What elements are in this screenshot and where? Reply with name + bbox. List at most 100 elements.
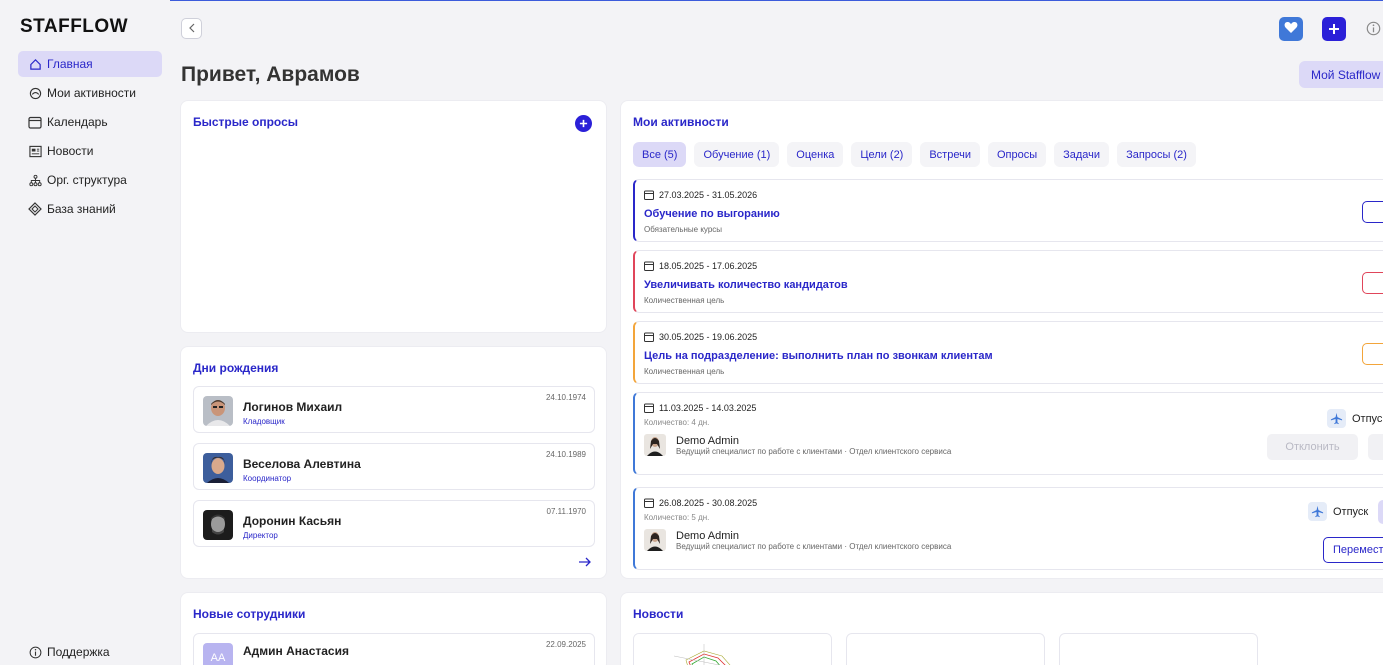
calendar-icon [644, 261, 654, 271]
tab-goals[interactable]: Цели (2) [851, 142, 913, 167]
birthdays-card: Дни рождения Логинов Михаил Кладовщик 24… [180, 346, 607, 579]
news-title: Новости [633, 607, 684, 621]
news-icon [28, 144, 42, 158]
add-poll-button[interactable] [575, 115, 592, 132]
birthday-role: Директор [243, 531, 278, 540]
activity-dates: 30.05.2025 - 19.06.2025 [644, 332, 757, 342]
new-employee-item[interactable]: АА Админ Анастасия 22.09.2025 [193, 633, 595, 665]
plus-icon [1328, 19, 1340, 39]
quick-polls-title: Быстрые опросы [193, 115, 299, 129]
request-quantity: Количество: 5 дн. [644, 513, 710, 522]
activity-action-button[interactable] [1362, 343, 1383, 365]
request-item[interactable]: 11.03.2025 - 14.03.2025 Количество: 4 дн… [633, 392, 1383, 475]
logo[interactable]: STAFFLOW [20, 16, 128, 38]
birthday-item[interactable]: Доронин Касьян Директор 07.11.1970 [193, 500, 595, 547]
activity-dates: 27.03.2025 - 31.05.2026 [644, 190, 757, 200]
sidebar-item-org-structure[interactable]: Орг. структура [18, 167, 162, 193]
sidebar-item-news[interactable]: Новости [18, 138, 162, 164]
request-dates-text: 11.03.2025 - 14.03.2025 [659, 403, 757, 413]
activity-icon [28, 86, 42, 100]
request-person-name: Demo Admin [676, 529, 739, 542]
birthday-name: Веселова Алевтина [243, 457, 361, 471]
activity-action-button[interactable] [1362, 201, 1383, 223]
request-options-button[interactable] [1378, 500, 1383, 524]
new-employee-name: Админ Анастасия [243, 644, 349, 658]
move-button[interactable]: Переместить [1323, 537, 1383, 563]
tab-requests[interactable]: Запросы (2) [1117, 142, 1196, 167]
arrow-right-icon [578, 554, 592, 570]
my-activities-card: Мои активности Все (5) Обучение (1) Оцен… [620, 100, 1383, 579]
birthday-date: 07.11.1970 [546, 507, 586, 516]
page-title: Привет, Аврамов [181, 63, 360, 86]
sidebar-item-label: Орг. структура [47, 173, 127, 187]
avatar [203, 396, 233, 426]
activity-item[interactable]: 18.05.2025 - 17.06.2025 Увеличивать коли… [633, 250, 1383, 313]
birthdays-more-button[interactable] [578, 554, 592, 570]
reject-button[interactable]: Отклонить [1267, 434, 1358, 460]
favorites-button[interactable] [1279, 17, 1303, 41]
birthdays-title: Дни рождения [193, 361, 279, 375]
home-icon [28, 57, 42, 71]
my-activities-title: Мои активности [633, 115, 729, 129]
tab-meetings[interactable]: Встречи [920, 142, 980, 167]
heart-icon [1284, 21, 1298, 37]
tab-learning[interactable]: Обучение (1) [694, 142, 780, 167]
news-thumbnail [634, 634, 831, 665]
tab-tasks[interactable]: Задачи [1054, 142, 1110, 167]
news-item[interactable] [633, 633, 832, 665]
support-label: Поддержка [47, 645, 110, 659]
activity-dates-text: 18.05.2025 - 17.06.2025 [659, 261, 758, 271]
activity-dates: 18.05.2025 - 17.06.2025 [644, 261, 757, 271]
birthday-item[interactable]: Логинов Михаил Кладовщик 24.10.1974 [193, 386, 595, 433]
support-link[interactable]: Поддержка [28, 645, 110, 659]
calendar-icon [644, 403, 654, 413]
create-button[interactable] [1322, 17, 1346, 41]
tab-assessment[interactable]: Оценка [787, 142, 844, 167]
my-stafflow-button[interactable]: Мой Stafflow [1299, 61, 1383, 88]
sidebar-item-label: База знаний [47, 202, 116, 216]
new-employees-card: Новые сотрудники АА Админ Анастасия 22.0… [180, 592, 607, 665]
request-person-role: Ведущий специалист по работе с клиентами… [676, 446, 952, 456]
calendar-icon [644, 332, 654, 342]
request-person-info: Demo Admin Ведущий специалист по работе … [676, 435, 951, 456]
knowledge-base-icon [28, 202, 42, 216]
birthday-date: 24.10.1989 [545, 450, 586, 459]
birthday-date: 24.10.1974 [545, 393, 586, 402]
collapse-sidebar-button[interactable] [181, 18, 202, 39]
sidebar-item-activities[interactable]: Мои активности [18, 80, 162, 106]
activity-action-button[interactable] [1362, 272, 1383, 294]
calendar-icon [644, 190, 654, 200]
news-card: Новости [620, 592, 1383, 665]
activity-item[interactable]: 30.05.2025 - 19.06.2025 Цель на подразде… [633, 321, 1383, 384]
calendar-icon [644, 498, 654, 508]
sidebar-item-calendar[interactable]: Календарь [18, 109, 162, 135]
avatar [203, 510, 233, 540]
tab-surveys[interactable]: Опросы [987, 142, 1047, 167]
request-type-label: Отпуск [1352, 412, 1383, 425]
new-employees-title: Новые сотрудники [193, 607, 306, 621]
request-person: Demo Admin Ведущий специалист по работе … [644, 529, 951, 551]
activity-title: Цель на подразделение: выполнить план по… [644, 350, 993, 362]
request-dates: 11.03.2025 - 14.03.2025 [644, 403, 756, 413]
news-item[interactable] [846, 633, 1045, 665]
avatar [644, 529, 666, 551]
activity-item[interactable]: 27.03.2025 - 31.05.2026 Обучение по выго… [633, 179, 1383, 242]
request-item[interactable]: 26.08.2025 - 30.08.2025 Количество: 5 дн… [633, 487, 1383, 570]
request-dates-text: 26.08.2025 - 30.08.2025 [659, 498, 758, 508]
org-structure-icon [28, 173, 42, 187]
sidebar-item-home[interactable]: Главная [18, 51, 162, 77]
info-button[interactable] [1366, 21, 1381, 39]
birthday-role: Кладовщик [243, 417, 285, 426]
sidebar-item-knowledge-base[interactable]: База знаний [18, 196, 162, 222]
request-dates: 26.08.2025 - 30.08.2025 [644, 498, 757, 508]
request-person-info: Demo Admin Ведущий специалист по работе … [676, 530, 951, 551]
tab-all[interactable]: Все (5) [633, 142, 687, 167]
news-item[interactable] [1059, 633, 1258, 665]
approve-button[interactable] [1368, 434, 1383, 460]
sidebar-item-label: Новости [47, 144, 94, 158]
request-type: Отпуск [1308, 502, 1368, 521]
birthday-item[interactable]: Веселова Алевтина Координатор 24.10.1989 [193, 443, 595, 490]
activity-subtitle: Количественная цель [644, 367, 725, 376]
avatar [203, 453, 233, 483]
sidebar-nav: Главная Мои активности Календарь Новости… [18, 51, 162, 225]
